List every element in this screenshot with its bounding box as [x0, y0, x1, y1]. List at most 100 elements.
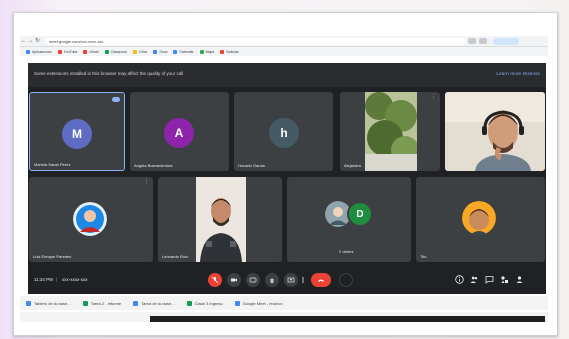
- bookmark-item[interactable]: Drive: [133, 49, 148, 54]
- participant-tile[interactable]: ⋮ Alejandra: [340, 92, 440, 171]
- download-item[interactable]: Google Meet - reunion: [234, 300, 283, 306]
- back-icon[interactable]: ←: [20, 37, 27, 45]
- avatar: [462, 201, 496, 235]
- camera-icon: [231, 278, 237, 282]
- camera-button[interactable]: [227, 273, 241, 287]
- participant-tile[interactable]: Tito: [416, 177, 545, 262]
- bookmark-label: Noticias: [226, 49, 239, 54]
- bookmark-item[interactable]: YouTube: [57, 49, 78, 54]
- participant-tile[interactable]: Leonardo Ruiz: [158, 177, 282, 262]
- participant-tile[interactable]: ⋮: [445, 92, 545, 171]
- extension-icon[interactable]: [468, 38, 476, 44]
- participant-tile[interactable]: D 2 others: [287, 177, 411, 262]
- download-label: Google Meet - reunion: [242, 300, 283, 306]
- people-button[interactable]: [470, 275, 479, 284]
- reactions-button[interactable]: [339, 273, 353, 287]
- participant-name: Luis Enrique Paredes: [33, 254, 72, 259]
- bookmark-item[interactable]: Gmail: [83, 49, 99, 54]
- activities-button[interactable]: [500, 275, 509, 284]
- bookmark-label: YouTube: [63, 49, 78, 54]
- bookmark-favicon-icon: [133, 49, 138, 54]
- file-icon: [133, 300, 139, 306]
- download-item[interactable]: Tablero de la clase...: [26, 300, 71, 306]
- bookmark-item[interactable]: Aplicaciones: [26, 49, 52, 54]
- more-options-icon[interactable]: ⋮: [144, 180, 149, 185]
- captions-icon: [249, 277, 257, 283]
- bookmark-label: Maps: [205, 49, 215, 54]
- screenshot-background: ← → ↻ meet.google.com/xxx-xxxx-xxx Aplic…: [0, 0, 569, 339]
- microphone-button[interactable]: [208, 273, 222, 287]
- participant-name: 2 others: [339, 249, 354, 254]
- bookmark-item[interactable]: Calendar: [173, 49, 194, 54]
- meeting-code: xxx-xxxx-xxx: [62, 277, 88, 282]
- bookmark-favicon-icon: [57, 49, 62, 54]
- file-icon: [186, 300, 192, 306]
- participant-tile[interactable]: h Horacio Garcia: [234, 92, 333, 171]
- phone-hangup-icon: [318, 279, 324, 282]
- more-vert-icon: [302, 277, 304, 283]
- download-item[interactable]: Clase 3 Ingreso: [186, 300, 223, 306]
- bookmark-label: Aplicaciones: [32, 49, 52, 54]
- info-button[interactable]: [455, 275, 464, 284]
- participant-tile[interactable]: M Mariela Sarah Perez: [29, 92, 125, 171]
- os-taskbar: [150, 316, 545, 322]
- participant-video: [365, 92, 417, 171]
- microphone-off-icon: [211, 276, 219, 284]
- more-options-icon[interactable]: ⋮: [536, 95, 541, 100]
- forward-icon[interactable]: →: [27, 37, 34, 45]
- bookmark-favicon-icon: [173, 49, 178, 54]
- chat-button[interactable]: [485, 275, 494, 284]
- hand-icon: [270, 278, 274, 283]
- avatar: M: [62, 119, 92, 149]
- meeting-controls-bar: 11:34 PM | xxx-xxxx-xxx: [28, 266, 546, 294]
- download-label: Clase 3 Ingreso: [194, 300, 223, 306]
- file-icon: [26, 300, 31, 306]
- bookmark-label: Calendar: [179, 49, 194, 54]
- bookmark-item[interactable]: Noticias: [220, 49, 239, 54]
- download-item[interactable]: Tarea 2 - Informe: [82, 300, 122, 306]
- bookmark-favicon-icon: [220, 49, 225, 54]
- participant-name: Leonardo Ruiz: [162, 254, 189, 259]
- bookmark-favicon-icon: [104, 49, 109, 54]
- bookmark-favicon-icon: [153, 49, 158, 54]
- participant-name: Alejandra: [344, 163, 361, 168]
- shapes-icon: [501, 276, 508, 283]
- participant-name: Mariela Sarah Perez: [34, 162, 71, 167]
- captions-button[interactable]: [246, 273, 260, 287]
- participant-video: [445, 92, 545, 171]
- download-bar: Tablero de la clase... Tarea 2 - Informe T…: [20, 296, 548, 310]
- participant-tile[interactable]: A Angela Buenaventura: [130, 92, 229, 171]
- bookmark-item[interactable]: Docs: [153, 49, 168, 54]
- bookmark-label: Classroom: [110, 49, 128, 54]
- file-icon: [82, 300, 88, 306]
- bookmark-item[interactable]: Classroom: [104, 49, 128, 54]
- bookmark-favicon-icon: [83, 49, 88, 54]
- participant-video: [196, 177, 246, 262]
- more-options-icon[interactable]: ⋮: [431, 95, 436, 100]
- reload-icon[interactable]: ↻: [34, 37, 41, 45]
- present-icon: [287, 277, 295, 283]
- present-button[interactable]: [284, 273, 298, 287]
- avatar: A: [164, 118, 194, 148]
- raise-hand-button[interactable]: [265, 273, 279, 287]
- speaking-indicator-icon: [112, 97, 120, 102]
- bookmark-label: Drive: [139, 49, 148, 54]
- meet-window: Some extensions installed in this browse…: [28, 63, 546, 294]
- avatar: [73, 202, 107, 236]
- bookmark-favicon-icon: [26, 49, 30, 54]
- end-call-button[interactable]: [311, 273, 331, 287]
- extension-warning-banner: Some extensions installed in this browse…: [28, 63, 546, 87]
- participant-tile[interactable]: ⋮ Luis Enrique Paredes: [29, 177, 153, 262]
- extension-icon[interactable]: [479, 38, 487, 44]
- download-item[interactable]: Tarea de la clase...: [133, 300, 175, 306]
- profile-button[interactable]: [493, 37, 519, 45]
- participant-name: Tito: [420, 254, 427, 259]
- address-text: meet.google.com/xxx-xxxx-xxx: [49, 38, 104, 44]
- banner-actions[interactable]: Learn more Dismiss: [496, 71, 540, 76]
- more-options-button[interactable]: [298, 273, 308, 287]
- bookmark-item[interactable]: Maps: [199, 49, 215, 54]
- host-controls-button[interactable]: [515, 275, 524, 284]
- address-bar[interactable]: meet.google.com/xxx-xxxx-xxx: [45, 37, 465, 45]
- download-label: Tarea 2 - Informe: [90, 300, 122, 306]
- bookmark-label: Docs: [159, 49, 168, 54]
